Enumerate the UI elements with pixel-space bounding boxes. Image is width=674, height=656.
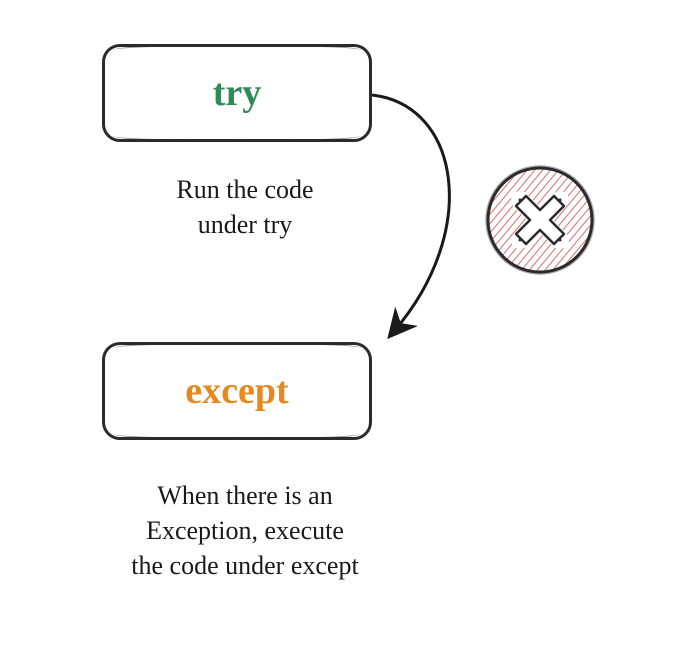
error-icon	[480, 160, 600, 280]
box-sketch-bottom	[113, 434, 361, 440]
except-box: except	[102, 342, 372, 440]
except-caption-line2: Exception, execute	[146, 516, 344, 545]
except-caption-line3: the code under except	[131, 551, 358, 580]
box-sketch-top	[113, 342, 361, 348]
except-keyword: except	[185, 369, 288, 413]
except-caption: When there is an Exception, execute the …	[55, 478, 435, 583]
except-caption-line1: When there is an	[157, 481, 332, 510]
